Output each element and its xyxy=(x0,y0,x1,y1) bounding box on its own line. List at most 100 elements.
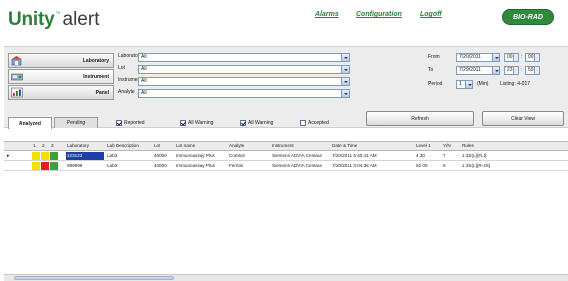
horizontal-scrollbar[interactable] xyxy=(4,274,568,281)
cell-lot: 40000 xyxy=(154,153,167,158)
all-warning-checkbox-2-label: All Warning xyxy=(248,120,274,126)
flag-yellow xyxy=(41,152,49,160)
analyte-filter-value: All xyxy=(141,90,147,96)
cell-datetime: 7/20/2011 5:40:41 AM xyxy=(332,153,377,158)
nav-logoff-link[interactable]: Logoff xyxy=(420,11,442,18)
column-header-3[interactable]: 3 xyxy=(51,142,54,150)
column-header-level1[interactable]: Level 1 xyxy=(416,142,431,150)
cell-rules: 1:3S(L)[R-4S] xyxy=(462,163,491,168)
chevron-down-icon[interactable] xyxy=(341,78,349,85)
from-date-picker[interactable]: 7/20/2011 xyxy=(456,53,500,62)
chevron-down-icon[interactable] xyxy=(341,66,349,73)
instrument-filter-select[interactable]: All xyxy=(138,77,350,86)
listing-count: Listing: 4-017 xyxy=(500,81,531,87)
column-header-lot-name[interactable]: Lot name xyxy=(176,142,195,150)
spin-arrows-icon[interactable] xyxy=(513,54,518,61)
accepted-checkbox-box[interactable] xyxy=(300,120,306,126)
selection-panel: Laboratory Instrument Panel Laboratory A… xyxy=(4,46,568,129)
column-header-analyte[interactable]: Analyte xyxy=(229,142,244,150)
all-warning-checkbox-2-box[interactable] xyxy=(240,120,246,126)
column-header-lab-description[interactable]: Lab Description xyxy=(107,142,139,150)
lot-filter-value: All xyxy=(141,66,147,72)
cell-level: 4.30 xyxy=(416,153,425,158)
flag-yellow xyxy=(32,152,40,160)
refresh-button[interactable]: Refresh xyxy=(366,111,474,126)
time-colon: : xyxy=(521,54,523,60)
cell-laboratory[interactable]: 999999 xyxy=(67,162,82,170)
from-minute-spinner[interactable]: 00 xyxy=(525,53,540,62)
reported-checkbox-box[interactable] xyxy=(116,120,122,126)
cell-lot-name: Immunoassay Plus xyxy=(176,153,215,158)
from-minute-value: 00 xyxy=(528,54,534,60)
column-header-lot[interactable]: Lot xyxy=(154,142,160,150)
cell-instrument: Siemens ADVIA Centaur xyxy=(272,163,323,168)
instrument-button[interactable]: Instrument xyxy=(8,69,114,84)
analyte-filter-select[interactable]: All xyxy=(138,89,350,98)
reported-checkbox[interactable]: Reported xyxy=(116,120,145,126)
to-date-value: 7/29/2011 xyxy=(459,67,481,73)
nav-configuration-link[interactable]: Configuration xyxy=(356,11,402,18)
cell-rules: 1:3S(L)[FLt] xyxy=(462,153,487,158)
top-nav: Alarms Configuration Logoff xyxy=(0,11,568,25)
column-header-yn[interactable]: Y/N xyxy=(443,142,451,150)
to-label: To xyxy=(428,67,434,73)
bio-rad-logo: BIO-RAD xyxy=(502,9,554,25)
app-header: Unity™ alert Alarms Configuration Logoff … xyxy=(0,0,568,40)
period-select[interactable]: 1 xyxy=(456,80,473,89)
instrument-icon xyxy=(11,73,23,81)
column-header-2[interactable]: 2 xyxy=(42,142,45,150)
cell-level: 62.00 xyxy=(416,163,428,168)
scrollbar-thumb[interactable] xyxy=(14,276,174,280)
lot-filter-label: Lot xyxy=(118,65,125,71)
panel-icon xyxy=(11,87,23,98)
to-hour-spinner[interactable]: 23 xyxy=(504,66,519,75)
all-warning-checkbox-box[interactable] xyxy=(180,120,186,126)
grid-header: 1 2 3 Laboratory Lab Description Lot Lot… xyxy=(4,141,568,151)
to-minute-value: 59 xyxy=(528,67,534,73)
flag-green xyxy=(50,152,58,160)
from-label: From xyxy=(428,54,440,60)
cell-description: Lab3 xyxy=(107,163,118,168)
spin-arrows-icon[interactable] xyxy=(513,67,518,74)
to-date-picker[interactable]: 7/29/2011 xyxy=(456,66,500,75)
lot-filter-select[interactable]: All xyxy=(138,65,350,74)
flag-red xyxy=(41,162,49,170)
laboratory-filter-select[interactable]: All xyxy=(138,53,350,62)
accepted-checkbox[interactable]: Accepted xyxy=(300,120,329,126)
all-warning-checkbox-2[interactable]: All Warning xyxy=(240,120,273,126)
column-header-instrument[interactable]: Instrument xyxy=(272,142,294,150)
cell-laboratory[interactable]: 123123 xyxy=(66,152,104,160)
flag-green xyxy=(50,162,58,170)
analyte-filter-label: Analyte xyxy=(118,89,135,95)
nav-alarms-link[interactable]: Alarms xyxy=(315,11,339,18)
cell-yn: 7 xyxy=(443,153,446,158)
panel-button[interactable]: Panel xyxy=(8,85,114,100)
laboratory-filter-value: All xyxy=(141,54,147,60)
spin-arrows-icon[interactable] xyxy=(534,67,539,74)
tab-pending[interactable]: Pending xyxy=(54,117,98,128)
table-row[interactable]: 999999 Lab3 40000 Immunoassay Plus Ferri… xyxy=(4,162,568,171)
from-hour-value: 00 xyxy=(507,54,513,60)
calendar-dropdown-icon[interactable] xyxy=(492,67,499,74)
to-hour-value: 23 xyxy=(507,67,513,73)
chevron-down-icon[interactable] xyxy=(465,81,472,88)
laboratory-button[interactable]: Laboratory xyxy=(8,53,114,68)
chevron-down-icon[interactable] xyxy=(341,90,349,97)
clear-view-button[interactable]: Clear View xyxy=(482,111,564,126)
table-row[interactable]: ▸ 123123 Lab3 40000 Immunoassay Plus Cor… xyxy=(4,152,568,161)
cell-lot: 40000 xyxy=(154,163,167,168)
column-header-rules[interactable]: Rules xyxy=(462,142,474,150)
instrument-filter-value: All xyxy=(141,78,147,84)
to-minute-spinner[interactable]: 59 xyxy=(525,66,540,75)
from-hour-spinner[interactable]: 00 xyxy=(504,53,519,62)
column-header-1[interactable]: 1 xyxy=(33,142,36,150)
chevron-down-icon[interactable] xyxy=(341,54,349,61)
laboratory-button-label: Laboratory xyxy=(82,57,109,64)
tab-analyzed[interactable]: Analyzed xyxy=(8,117,52,129)
period-label: Period xyxy=(428,81,443,87)
calendar-dropdown-icon[interactable] xyxy=(492,54,499,61)
column-header-laboratory[interactable]: Laboratory xyxy=(67,142,89,150)
all-warning-checkbox[interactable]: All Warning xyxy=(180,120,213,126)
column-header-date-time[interactable]: Date & Time xyxy=(332,142,357,150)
spin-arrows-icon[interactable] xyxy=(534,54,539,61)
